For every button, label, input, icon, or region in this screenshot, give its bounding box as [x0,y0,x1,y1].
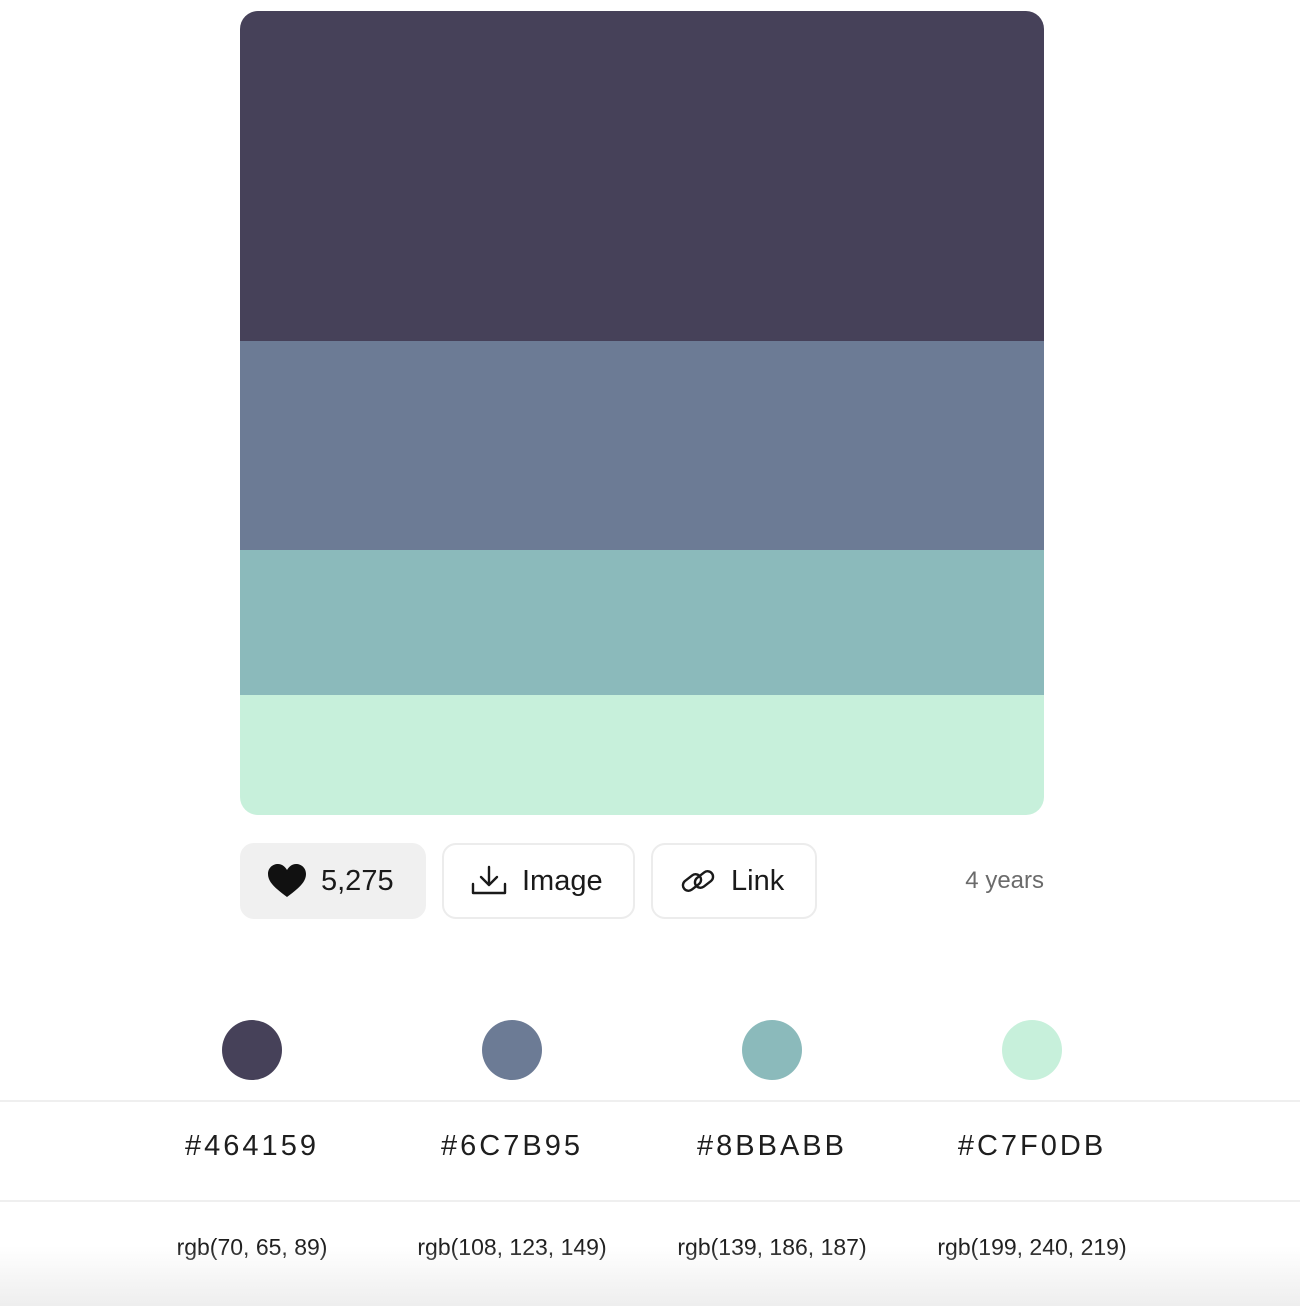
palette-band-4[interactable] [240,695,1044,815]
swatch-dot-1[interactable] [222,1020,282,1080]
palette-age: 4 years [965,867,1044,894]
palette-actions: 5,275 Image Link 4 years [240,843,1044,919]
like-button[interactable]: 5,275 [240,843,426,919]
palette-preview[interactable] [240,11,1044,815]
copy-link-button[interactable]: Link [651,843,817,919]
swatch-dot-4[interactable] [1002,1020,1062,1080]
hex-code-1[interactable]: #464159 [122,1130,382,1163]
divider [0,1200,1300,1202]
hex-code-2[interactable]: #6C7B95 [382,1130,642,1163]
rgb-code-3[interactable]: rgb(139, 186, 187) [642,1234,902,1261]
palette-band-3[interactable] [240,550,1044,695]
rgb-code-4[interactable]: rgb(199, 240, 219) [902,1234,1162,1261]
rgb-code-2[interactable]: rgb(108, 123, 149) [382,1234,642,1261]
hex-code-3[interactable]: #8BBABB [642,1130,902,1163]
palette-band-1[interactable] [240,11,1044,341]
divider [0,1100,1300,1102]
swatch-dot-3[interactable] [742,1020,802,1080]
swatch-dot-2[interactable] [482,1020,542,1080]
heart-icon [267,861,307,901]
rgb-code-1[interactable]: rgb(70, 65, 89) [122,1234,382,1261]
hex-code-4[interactable]: #C7F0DB [902,1130,1162,1163]
link-button-label: Link [731,864,785,897]
palette-band-2[interactable] [240,341,1044,550]
like-count: 5,275 [321,864,394,897]
palette-page: 5,275 Image Link 4 years #464159 #6C7B95… [0,0,1300,1306]
download-icon [470,861,508,901]
color-swatches: #464159 #6C7B95 #8BBABB #C7F0DB rgb(70, … [0,1020,1300,1306]
image-button-label: Image [522,864,603,897]
download-image-button[interactable]: Image [442,843,635,919]
link-icon [679,861,717,901]
